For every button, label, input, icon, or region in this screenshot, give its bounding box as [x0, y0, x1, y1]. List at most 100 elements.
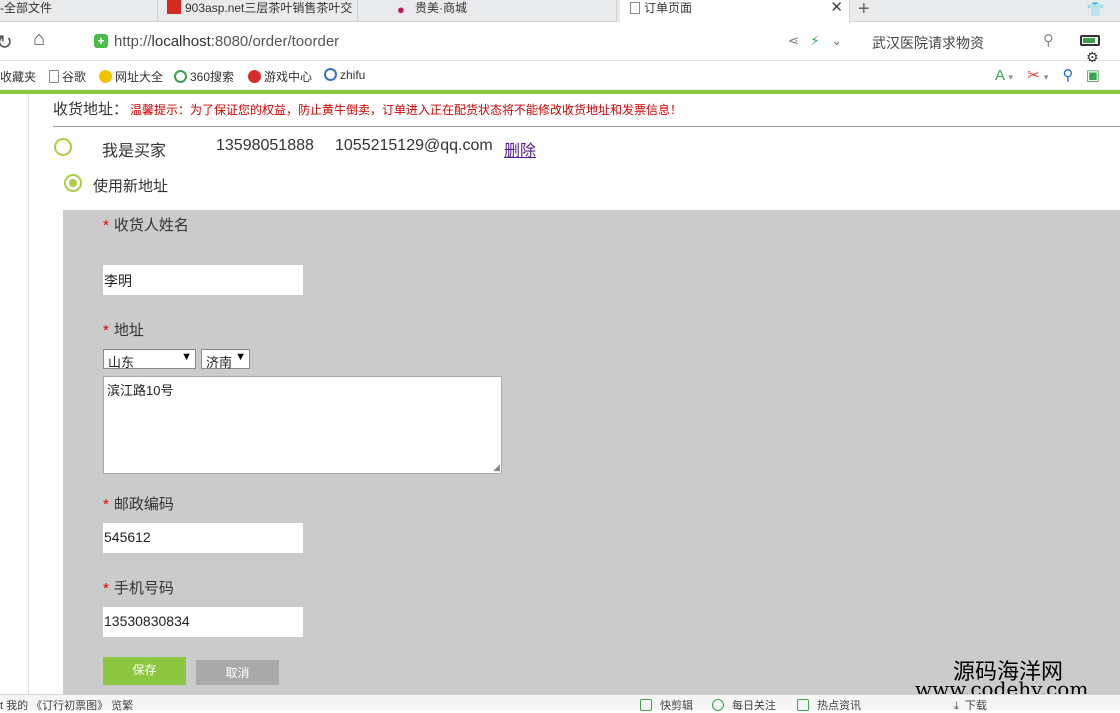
battery-icon[interactable]: [1080, 35, 1100, 46]
street-value: 滨江路10号: [107, 383, 174, 398]
existing-address-radio[interactable]: [54, 138, 72, 156]
status-item-label: 快剪辑: [660, 700, 693, 712]
existing-address-email: 1055215129@qq.com: [335, 137, 493, 154]
page-icon: [49, 70, 59, 83]
url-prefix: http://: [114, 33, 152, 50]
daily-focus-button[interactable]: 每日关注: [712, 697, 776, 713]
bookmark-game-center[interactable]: 游戏中心: [248, 68, 312, 85]
bookmark-favorites[interactable]: 收藏夹: [0, 68, 36, 85]
download-button[interactable]: ⤓ 下载: [954, 697, 987, 713]
province-value: 山东: [108, 355, 135, 370]
page-icon: [630, 2, 640, 14]
bookmark-label: 收藏夹: [0, 70, 37, 84]
new-address-radio[interactable]: [64, 174, 82, 192]
bookmark-google[interactable]: 谷歌: [49, 68, 86, 85]
content-left-border: [28, 94, 29, 694]
status-bar: t 我的 《订行初票图》 览繁 快剪辑 每日关注 热点资讯 ⤓ 下载: [0, 694, 1120, 713]
hot-news-button[interactable]: 热点资讯: [797, 697, 861, 713]
status-item-label: 下载: [964, 700, 987, 712]
city-value: 济南: [206, 355, 233, 370]
tab-label: -全部文件: [0, 1, 52, 15]
bookmark-zhifu[interactable]: zhifu: [324, 68, 365, 82]
new-address-form: * 收货人姓名 李明 * 地址 山东 ▼ 济南 ▼ 滨江路10号 ◢ * 邮政编码 5456…: [63, 210, 1120, 694]
new-tab-icon[interactable]: +: [858, 0, 870, 21]
province-select[interactable]: 山东 ▼: [103, 349, 196, 370]
label-text: 收货人姓名: [113, 217, 189, 234]
url-field[interactable]: http://localhost:8080/order/toorder: [114, 33, 339, 50]
news-icon: [797, 699, 809, 711]
nav-site-icon: [99, 70, 112, 83]
tab-label: 贵美·商城: [415, 1, 467, 15]
search-input[interactable]: 武汉医院请求物资: [872, 33, 984, 53]
close-tab-icon[interactable]: ✕: [830, 0, 843, 16]
chevron-down-icon[interactable]: ▾: [1008, 72, 1013, 82]
label-text: 手机号码: [113, 580, 174, 597]
cancel-button[interactable]: 取消: [196, 660, 279, 685]
tab-order-page[interactable]: 订单页面 ✕: [620, 0, 850, 23]
tab-all-files[interactable]: -全部文件: [0, 0, 158, 22]
existing-address-phone: 13598051888: [216, 137, 314, 154]
warning-hint: 温馨提示：为了保证您的权益，防止黄牛倒卖，订单进入正在配货状态将不能修改收货地址…: [130, 103, 683, 117]
quick-clip-button[interactable]: 快剪辑: [640, 697, 693, 713]
bookmark-label: 谷歌: [62, 70, 87, 84]
lightning-icon[interactable]: ⚡: [811, 33, 820, 48]
address-label: * 地址: [103, 319, 144, 340]
home-icon[interactable]: ⌂: [33, 28, 45, 51]
shirt-icon[interactable]: 👕: [1087, 1, 1104, 18]
url-host: localhost: [151, 33, 211, 50]
bookmark-360-search[interactable]: 360搜索: [174, 68, 234, 85]
search-icon[interactable]: ⚲: [1043, 31, 1054, 49]
postcode-input[interactable]: 545612: [103, 523, 303, 553]
dropdown-arrow-icon: ▼: [235, 351, 246, 363]
save-button[interactable]: 保存: [103, 657, 186, 685]
tab-tea-shop[interactable]: 903asp.net三层茶叶销售茶叶交: [165, 0, 358, 22]
label-text: 邮政编码: [113, 496, 174, 513]
required-marker: *: [103, 496, 109, 513]
bookmark-url-nav[interactable]: 网址大全: [99, 68, 163, 85]
existing-address-name: 我是买家: [102, 143, 167, 160]
magnifier-icon[interactable]: ⚲: [1063, 67, 1074, 84]
translate-icon[interactable]: A: [995, 67, 1004, 84]
chevron-down-icon[interactable]: ▾: [1044, 72, 1049, 82]
tab-label: 903asp.net三层茶叶销售茶叶交: [185, 1, 353, 15]
address-tools: ⋖ ⚡ ⌄: [788, 33, 842, 49]
download-icon: ⤓: [954, 700, 959, 712]
resize-handle-icon[interactable]: ◢: [493, 462, 500, 473]
search-box[interactable]: 武汉医院请求物资 ⚲: [862, 29, 1062, 55]
scissors-icon[interactable]: ✂: [1027, 67, 1040, 84]
status-item-label: 热点资讯: [817, 700, 861, 712]
search-360-icon: [174, 70, 187, 83]
section-title-text: 收货地址：: [53, 101, 129, 118]
mobile-label: * 手机号码: [103, 577, 174, 598]
share-icon[interactable]: ⋖: [788, 33, 799, 48]
site-favicon-icon: [167, 0, 181, 14]
dropdown-arrow-icon: ▼: [181, 351, 192, 363]
label-text: 地址: [113, 322, 144, 339]
tab-strip: -全部文件 903asp.net三层茶叶销售茶叶交 ● 贵美·商城 订单页面 ✕ …: [0, 0, 1120, 23]
bookmark-label: zhifu: [340, 68, 366, 82]
bookmark-tools: A ▾ ✂ ▾ ⚲ ▣: [995, 66, 1100, 84]
recipient-name-input[interactable]: 李明: [103, 265, 303, 295]
address-bar: ↻ ⌂ + http://localhost:8080/order/toorde…: [0, 23, 1120, 65]
city-select[interactable]: 济南 ▼: [201, 349, 250, 370]
divider: [53, 126, 1120, 127]
delete-address-link[interactable]: 删除: [504, 137, 536, 161]
bookmark-label: 游戏中心: [264, 70, 313, 84]
chevron-down-icon[interactable]: ⌄: [831, 33, 842, 48]
required-marker: *: [103, 580, 109, 597]
required-marker: *: [103, 217, 109, 234]
tab-guimei-mall[interactable]: ● 贵美·商城: [389, 0, 617, 22]
mobile-input[interactable]: 13530830834: [103, 607, 303, 637]
lips-favicon-icon: ●: [397, 2, 405, 17]
refresh-icon[interactable]: ↻: [0, 30, 13, 55]
postcode-label: * 邮政编码: [103, 493, 174, 514]
street-address-textarea[interactable]: 滨江路10号 ◢: [103, 376, 502, 474]
recipient-name-label: * 收货人姓名: [103, 214, 189, 235]
order-page: 收货地址： 温馨提示：为了保证您的权益，防止黄牛倒卖，订单进入正在配货状态将不能修…: [0, 94, 1120, 694]
bookmarks-bar: 收藏夹 谷歌 网址大全 360搜索 游戏中心 zhifu A ▾ ✂ ▾ ⚲ ▣: [0, 62, 1120, 90]
new-address-label: 使用新地址: [93, 178, 169, 195]
focus-icon: [712, 699, 724, 711]
shipping-address-title: 收货地址： 温馨提示：为了保证您的权益，防止黄牛倒卖，订单进入正在配货状态将不能修…: [53, 98, 682, 119]
bookmark-label: 网址大全: [115, 70, 164, 84]
chat-icon[interactable]: ▣: [1086, 67, 1100, 84]
